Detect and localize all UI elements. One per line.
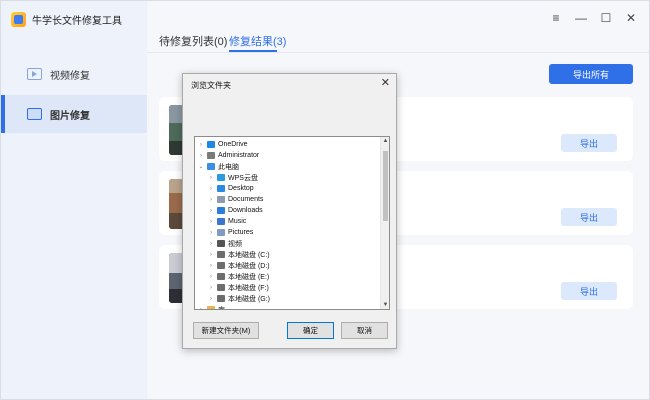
folder-tree-item[interactable]: › Downloads xyxy=(208,205,263,216)
minimize-icon[interactable]: — xyxy=(575,11,587,25)
maximize-icon[interactable]: ☐ xyxy=(600,11,612,25)
drive-icon xyxy=(217,295,225,302)
folder-tree-label: 本地磁盘 (D:) xyxy=(228,262,270,270)
expand-chevron-icon[interactable]: › xyxy=(198,307,204,310)
video-icon xyxy=(27,68,42,80)
folder-tree-item[interactable]: › Desktop xyxy=(208,183,254,194)
folder-tree-label: 本地磁盘 (G:) xyxy=(228,295,270,303)
sidebar: 牛学长文件修复工具 视频修复 图片修复 xyxy=(1,1,147,399)
folder-tree-item[interactable]: › WPS云盘 xyxy=(208,172,258,183)
drive-icon xyxy=(217,284,225,291)
app-logo-icon xyxy=(11,12,26,27)
folder-tree-label: Pictures xyxy=(228,229,254,236)
folder-tree-label: 本地磁盘 (E:) xyxy=(228,273,270,281)
desktop-icon xyxy=(217,185,225,192)
folder-icon xyxy=(207,306,215,309)
folder-tree-item[interactable]: › Administrator xyxy=(198,150,259,161)
expand-chevron-icon[interactable]: › xyxy=(208,197,214,203)
expand-chevron-icon[interactable]: › xyxy=(208,296,214,302)
tab-pending-list[interactable]: 待修复列表(0) xyxy=(159,33,227,49)
computer-icon xyxy=(207,163,215,170)
export-button[interactable]: 导出 xyxy=(561,208,617,226)
expand-chevron-icon[interactable]: › xyxy=(208,208,214,214)
drive-icon xyxy=(217,262,225,269)
expand-chevron-icon[interactable]: › xyxy=(208,241,214,247)
user-icon xyxy=(207,152,215,159)
expand-chevron-icon[interactable]: › xyxy=(208,252,214,258)
folder-tree-label: OneDrive xyxy=(218,141,248,148)
folder-tree-label: 此电脑 xyxy=(218,163,239,171)
new-folder-button[interactable]: 新建文件夹(M) xyxy=(193,322,259,339)
drive-icon xyxy=(217,251,225,258)
folder-tree-item[interactable]: › 本地磁盘 (D:) xyxy=(208,260,270,271)
folder-tree-item[interactable]: › Documents xyxy=(208,194,263,205)
folder-tree-label: WPS云盘 xyxy=(228,174,258,182)
brand: 牛学长文件修复工具 xyxy=(11,12,122,27)
scroll-down-icon[interactable]: ▼ xyxy=(381,302,389,308)
folder-tree-item[interactable]: › OneDrive xyxy=(198,139,248,150)
scrollbar-thumb[interactable] xyxy=(383,151,388,221)
folder-tree-item[interactable]: › 本地磁盘 (E:) xyxy=(208,271,269,282)
menu-icon[interactable]: ≡ xyxy=(550,11,562,25)
expand-chevron-icon[interactable]: › xyxy=(208,186,214,192)
close-icon[interactable]: ✕ xyxy=(381,76,390,89)
folder-tree-label: 视频 xyxy=(228,240,242,248)
expand-chevron-icon[interactable]: › xyxy=(208,274,214,280)
cloud-icon xyxy=(217,174,225,181)
expand-chevron-icon[interactable]: › xyxy=(208,263,214,269)
folder-tree-item[interactable]: › 本地磁盘 (F:) xyxy=(208,282,269,293)
expand-chevron-icon[interactable]: › xyxy=(208,219,214,225)
window-controls: ≡ — ☐ ✕ xyxy=(550,11,637,25)
dialog-title: 浏览文件夹 xyxy=(191,81,231,90)
drive-icon xyxy=(217,273,225,280)
scroll-up-icon[interactable]: ▲ xyxy=(381,138,389,144)
tab-repair-results[interactable]: 修复结果(3) xyxy=(229,33,286,49)
folder-tree-item[interactable]: ⌄ 此电脑 xyxy=(198,161,239,172)
folder-tree-label: 本地磁盘 (C:) xyxy=(228,251,270,259)
folder-tree-item[interactable]: › 本地磁盘 (G:) xyxy=(208,293,270,304)
folder-tree-item[interactable]: › Pictures xyxy=(208,227,253,238)
app-title: 牛学长文件修复工具 xyxy=(32,16,122,27)
expand-chevron-icon[interactable]: › xyxy=(198,153,204,159)
expand-chevron-icon[interactable]: › xyxy=(198,142,204,148)
sidebar-item-photo-repair[interactable]: 图片修复 xyxy=(1,95,147,133)
cloud-icon xyxy=(207,141,215,148)
folder-tree-label: Downloads xyxy=(228,207,263,214)
image-icon xyxy=(27,108,42,120)
folder-tree[interactable]: ▲ ▼ › OneDrive › Administrator ⌄ 此电脑 › WPS云盘 › De… xyxy=(194,136,390,310)
picture-icon xyxy=(217,229,225,236)
export-button[interactable]: 导出 xyxy=(561,282,617,300)
folder-tree-item[interactable]: › 库 xyxy=(198,304,225,310)
cancel-button[interactable]: 取消 xyxy=(341,322,388,339)
folder-tree-label: Documents xyxy=(228,196,264,203)
folder-tree-item[interactable]: › Music xyxy=(208,216,246,227)
folder-tree-item[interactable]: › 本地磁盘 (C:) xyxy=(208,249,270,260)
ok-button[interactable]: 确定 xyxy=(287,322,334,339)
folder-tree-label: Music xyxy=(228,218,247,225)
folder-tree-label: 本地磁盘 (F:) xyxy=(228,284,269,292)
folder-tree-label: 库 xyxy=(218,306,225,310)
sidebar-item-label: 图片修复 xyxy=(50,110,90,122)
tab-divider xyxy=(147,52,649,53)
music-icon xyxy=(217,218,225,225)
expand-chevron-icon[interactable]: › xyxy=(208,285,214,291)
expand-chevron-icon[interactable]: ⌄ xyxy=(198,163,204,170)
expand-chevron-icon[interactable]: › xyxy=(208,175,214,181)
download-icon xyxy=(217,207,225,214)
vertical-scrollbar[interactable]: ▲ ▼ xyxy=(380,137,389,309)
sidebar-item-video-repair[interactable]: 视频修复 xyxy=(1,55,147,93)
document-icon xyxy=(217,196,225,203)
browse-folder-dialog: 浏览文件夹 ✕ ▲ ▼ › OneDrive › Administrator ⌄ 此电脑 ›… xyxy=(182,73,397,349)
sidebar-item-label: 视频修复 xyxy=(50,70,90,82)
folder-tree-label: Desktop xyxy=(228,185,254,192)
close-icon[interactable]: ✕ xyxy=(625,11,637,25)
app-window: 牛学长文件修复工具 视频修复 图片修复 ≡ — ☐ ✕ 待修复列表(0) 修复结… xyxy=(0,0,650,400)
export-all-button[interactable]: 导出所有 xyxy=(549,64,633,84)
folder-tree-label: Administrator xyxy=(218,152,260,159)
expand-chevron-icon[interactable]: › xyxy=(208,230,214,236)
export-button[interactable]: 导出 xyxy=(561,134,617,152)
film-icon xyxy=(217,240,225,247)
folder-tree-item[interactable]: › 视频 xyxy=(208,238,242,249)
